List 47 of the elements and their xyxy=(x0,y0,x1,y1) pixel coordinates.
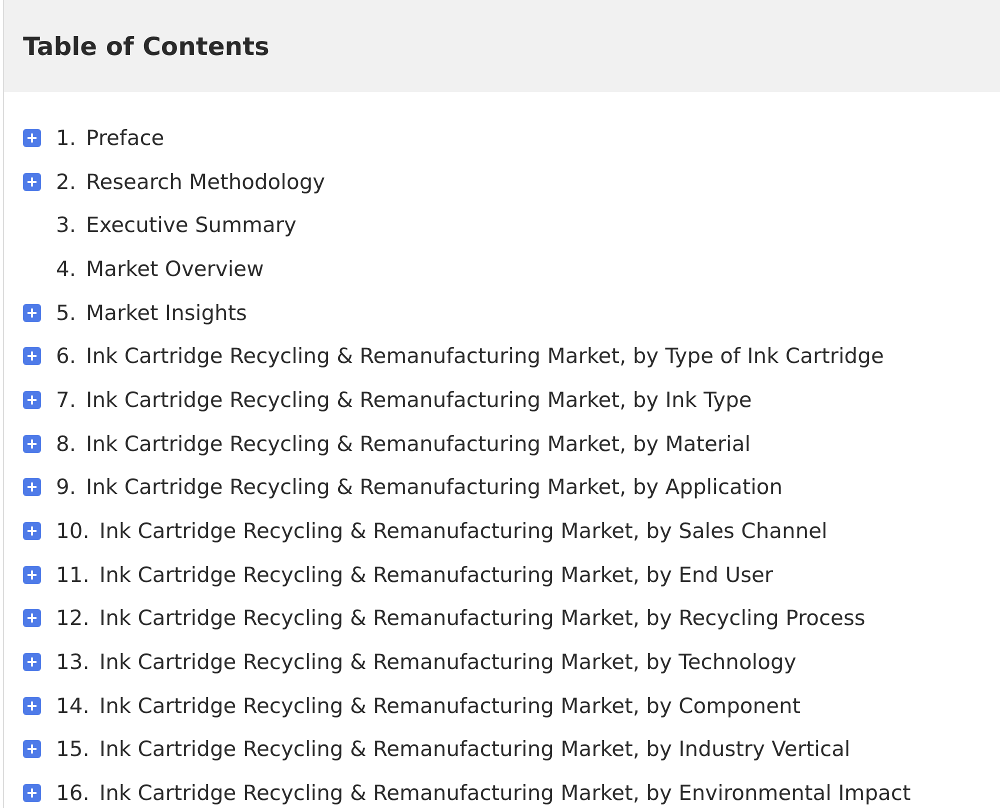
expand-plus-icon[interactable] xyxy=(23,128,41,147)
section-number: 11. xyxy=(56,562,90,587)
section-link[interactable]: Ink Cartridge Recycling & Remanufacturing Market, by Type of Ink Cartridge xyxy=(86,344,884,368)
section-number: 9. xyxy=(56,475,76,500)
section-link[interactable]: Ink Cartridge Recycling & Remanufacturing Market, by Application xyxy=(86,475,783,500)
section-link[interactable]: Ink Cartridge Recycling & Remanufacturing Market, by Industry Vertical xyxy=(99,737,850,762)
toc-title: Table of Contents xyxy=(23,32,270,60)
expand-plus-icon[interactable] xyxy=(23,696,41,715)
expand-plus-icon[interactable] xyxy=(23,172,41,191)
section-link[interactable]: Ink Cartridge Recycling & Remanufacturing Market, by Ink Type xyxy=(86,388,752,412)
section-link[interactable]: Market Overview xyxy=(86,256,264,281)
expand-plus-icon[interactable] xyxy=(23,434,41,453)
section-number: 3. xyxy=(56,213,76,238)
section-link[interactable]: Ink Cartridge Recycling & Remanufacturing Market, by End User xyxy=(99,562,774,587)
section-number: 16. xyxy=(56,781,90,806)
expand-plus-icon[interactable] xyxy=(23,390,41,409)
expand-plus-icon[interactable] xyxy=(23,653,41,672)
section-number: 7. xyxy=(56,388,76,412)
section-number: 1. xyxy=(56,126,76,150)
expand-plus-icon[interactable] xyxy=(23,478,41,496)
section-number: 6. xyxy=(56,344,76,368)
section-link[interactable]: Executive Summary xyxy=(86,213,296,238)
section-number: 14. xyxy=(56,694,90,718)
section-link[interactable]: Ink Cartridge Recycling & Remanufacturing Market, by Sales Channel xyxy=(99,519,828,544)
section-link[interactable]: Preface xyxy=(86,126,164,150)
expand-plus-icon[interactable] xyxy=(23,740,41,758)
section-link[interactable]: Ink Cartridge Recycling & Remanufacturing Market, by Material xyxy=(86,432,751,456)
section-number: 2. xyxy=(56,170,76,194)
section-number: 12. xyxy=(56,606,90,630)
section-link[interactable]: Ink Cartridge Recycling & Remanufacturing Market, by Environmental Impact xyxy=(99,781,911,806)
expand-plus-icon[interactable] xyxy=(23,522,41,540)
section-link[interactable]: Research Methodology xyxy=(86,170,326,194)
section-link[interactable]: Ink Cartridge Recycling & Remanufacturing Market, by Component xyxy=(99,694,801,718)
section-number: 8. xyxy=(56,432,76,456)
section-number: 5. xyxy=(56,300,76,325)
section-link[interactable]: Ink Cartridge Recycling & Remanufacturing Market, by Technology xyxy=(99,650,796,674)
expand-plus-icon[interactable] xyxy=(23,566,41,584)
expand-plus-icon[interactable] xyxy=(23,347,41,366)
expand-plus-icon[interactable] xyxy=(23,784,41,802)
section-number: 4. xyxy=(56,256,76,281)
section-number: 15. xyxy=(56,737,90,762)
section-link[interactable]: Market Insights xyxy=(86,300,248,325)
expand-plus-icon[interactable] xyxy=(23,304,41,322)
section-link[interactable]: Ink Cartridge Recycling & Remanufacturing Market, by Recycling Process xyxy=(99,606,866,630)
section-number: 13. xyxy=(56,650,90,674)
section-number: 10. xyxy=(56,519,90,544)
expand-plus-icon[interactable] xyxy=(23,609,41,628)
